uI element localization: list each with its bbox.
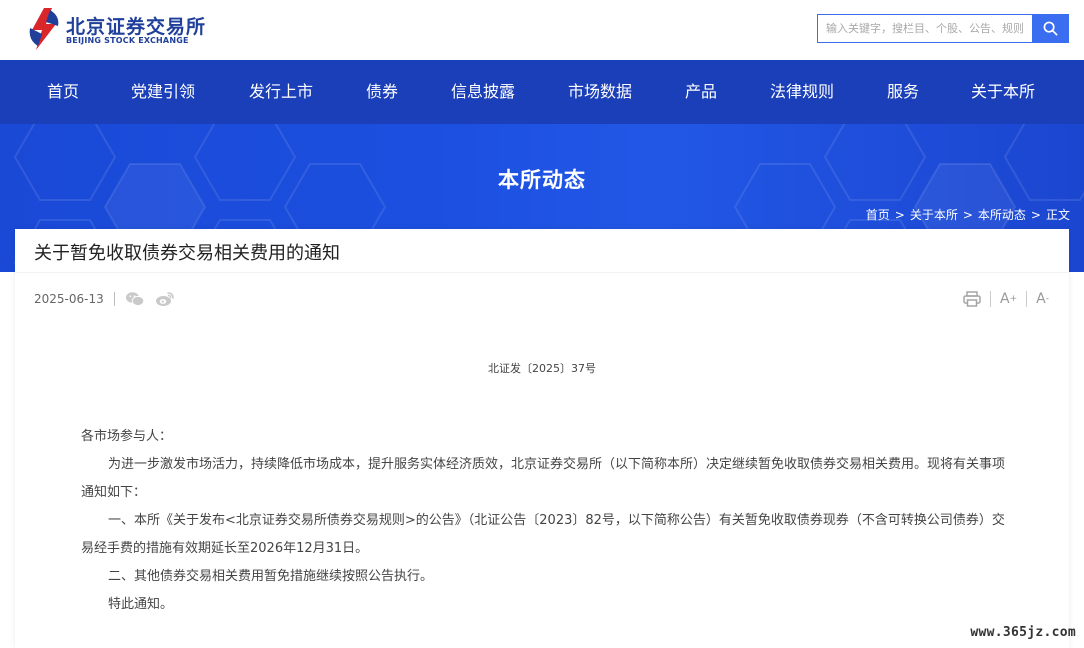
breadcrumb-separator: >: [962, 208, 973, 222]
weibo-icon[interactable]: [155, 291, 175, 307]
divider: [990, 291, 992, 307]
plus-icon: +: [1009, 294, 1018, 304]
wechat-icon[interactable]: [125, 291, 145, 307]
font-smaller-label: A: [1036, 291, 1046, 307]
main-nav: 首页 党建引领 发行上市 债券 信息披露 市场数据 产品 法律规则 服务 关于本…: [0, 60, 1084, 124]
logo-text-en: BEIJING STOCK EXCHANGE: [66, 36, 189, 45]
breadcrumb-home[interactable]: 首页: [866, 206, 890, 223]
site-logo[interactable]: 北京证券交易所 BEIJING STOCK EXCHANGE: [26, 6, 205, 52]
nav-item-market-data[interactable]: 市场数据: [568, 60, 632, 124]
bse-logo-icon: [29, 8, 59, 50]
nav-item-about[interactable]: 关于本所: [971, 60, 1035, 124]
breadcrumb-separator: >: [894, 208, 905, 222]
watermark: www.365jz.com: [970, 625, 1076, 640]
logo-text-cn: 北京证券交易所: [66, 16, 207, 38]
article-title: 关于暂免收取债券交易相关费用的通知: [34, 243, 340, 264]
search-button[interactable]: [1032, 14, 1069, 43]
divider: [1026, 291, 1028, 307]
paragraph: 特此通知。: [108, 597, 174, 612]
paragraph: 二、其他债券交易相关费用暂免措施继续按照公告执行。: [108, 569, 434, 584]
nav-item-products[interactable]: 产品: [685, 60, 717, 124]
banner-title: 本所动态: [498, 168, 586, 192]
font-larger-label: A: [1000, 291, 1010, 307]
breadcrumb-news[interactable]: 本所动态: [978, 206, 1026, 223]
breadcrumb-separator: >: [1030, 208, 1041, 222]
search-icon: [1043, 21, 1058, 36]
paragraph: 为进一步激发市场活力，持续降低市场成本，提升服务实体经济质效，北京证券交易所（以…: [81, 457, 1006, 500]
paragraph: 一、本所《关于发布<北京证券交易所债券交易规则>的公告》（北证公告〔2023〕8…: [81, 513, 1005, 556]
search-box: [817, 14, 1069, 43]
breadcrumb-about[interactable]: 关于本所: [910, 206, 958, 223]
salutation: 各市场参与人：: [81, 429, 173, 444]
document-number: 北证发〔2025〕37号: [488, 362, 596, 375]
article-date: 2025-06-13: [34, 292, 104, 306]
search-input[interactable]: [818, 15, 1034, 42]
nav-item-bonds[interactable]: 债券: [366, 60, 398, 124]
nav-item-rules[interactable]: 法律规则: [770, 60, 834, 124]
font-smaller-button[interactable]: A-: [1036, 288, 1049, 310]
nav-item-party[interactable]: 党建引领: [131, 60, 195, 124]
font-larger-button[interactable]: A +: [1000, 288, 1017, 310]
article-body: 各市场参与人： 为进一步激发市场活力，持续降低市场成本，提升服务实体经济质效，北…: [81, 423, 1011, 619]
print-button[interactable]: [963, 288, 981, 310]
breadcrumb: 首页 > 关于本所 > 本所动态 > 正文: [866, 206, 1070, 223]
breadcrumb-current: 正文: [1045, 208, 1070, 222]
nav-item-home[interactable]: 首页: [47, 60, 79, 124]
site-header: 北京证券交易所 BEIJING STOCK EXCHANGE: [0, 0, 1084, 60]
article-card: 关于暂免收取债券交易相关费用的通知 2025-06-13 A + A - 北证发…: [15, 229, 1069, 648]
article-title-bar: 关于暂免收取债券交易相关费用的通知: [15, 229, 1069, 273]
nav-item-listing[interactable]: 发行上市: [249, 60, 313, 124]
minus-icon: -: [1045, 294, 1049, 304]
print-icon: [963, 291, 981, 307]
article-meta: 2025-06-13: [34, 288, 185, 310]
article-tools: A + A-: [963, 288, 1049, 310]
nav-item-disclosure[interactable]: 信息披露: [451, 60, 515, 124]
nav-item-services[interactable]: 服务: [887, 60, 919, 124]
divider: [113, 292, 115, 306]
